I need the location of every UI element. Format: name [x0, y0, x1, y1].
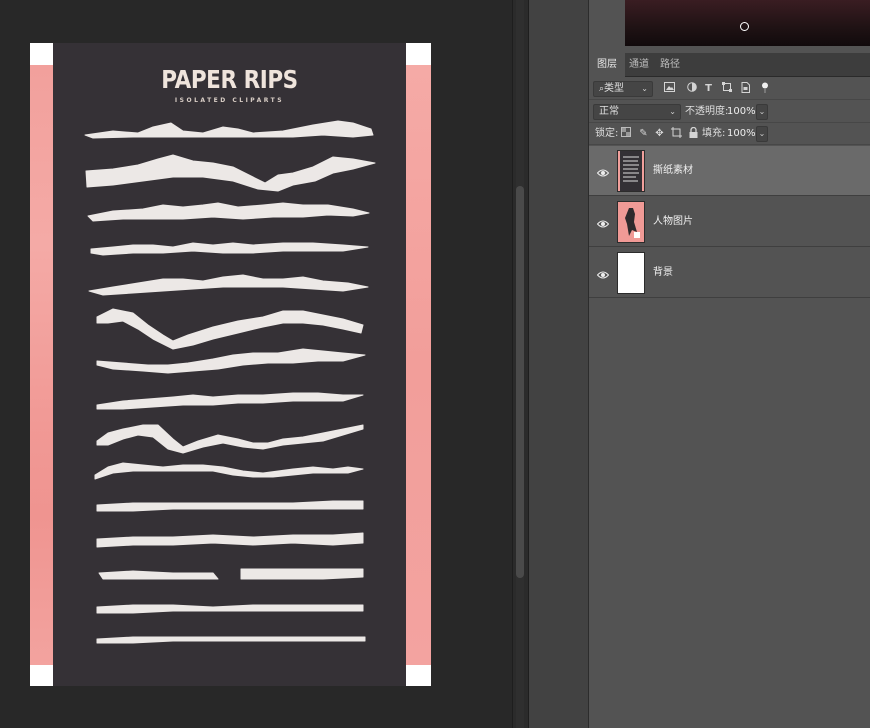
panel-tabs: 图层 通道 路径 [589, 53, 870, 77]
chevron-down-icon: ⌄ [758, 107, 766, 116]
layer-name: 人物图片 [653, 216, 693, 227]
vertical-scrollbar-thumb[interactable] [516, 186, 524, 578]
blend-mode-value: 正常 [599, 106, 619, 117]
layer-name: 撕纸素材 [653, 165, 693, 176]
person-photo-left-edge [30, 65, 53, 665]
eye-icon[interactable] [596, 266, 610, 279]
photoshop-window: PAPER RIPS ISOLATED CLIPARTS 图层 通道 路径 ⌕类… [0, 0, 870, 728]
eye-icon[interactable] [596, 215, 610, 228]
adjustment-filter-icon[interactable] [685, 82, 698, 95]
layer-thumbnail [617, 201, 645, 243]
smart-object-filter-icon[interactable] [738, 82, 751, 95]
paper-rip-2 [85, 154, 376, 192]
color-picker-ring-icon[interactable] [740, 22, 749, 31]
paper-rip-6 [96, 308, 364, 350]
paper-rip-15 [96, 636, 366, 644]
layer-filter-label: 类型 [604, 83, 625, 94]
filter-toggle-icon[interactable] [758, 82, 771, 95]
lock-fill-row: 锁定: ✎ ✥ 填充: 100% ⌄ [589, 123, 870, 145]
opacity-dropdown-button[interactable]: ⌄ [756, 104, 768, 120]
tab-paths[interactable]: 路径 [652, 53, 688, 77]
layer-name: 背景 [653, 267, 673, 278]
layer-row-background[interactable]: 背景 [589, 248, 870, 298]
chevron-down-icon: ⌄ [758, 129, 766, 138]
paper-rip-10 [94, 462, 364, 480]
layer-row-person-photo[interactable]: 人物图片 [589, 197, 870, 247]
blend-opacity-row: 正常 ⌄ 不透明度: 100% ⌄ [589, 101, 870, 123]
paper-rip-8 [96, 392, 364, 410]
shape-filter-icon[interactable] [720, 82, 733, 95]
lock-artboard-icon[interactable] [670, 127, 683, 140]
layer-thumbnail [617, 150, 645, 192]
layer-row-paper-rips[interactable]: 撕纸素材 [589, 146, 870, 196]
lock-label: 锁定: [595, 128, 619, 139]
layers-panel-container: 图层 通道 路径 ⌕类型 ⌄ T 正常 ⌄ 不透明度: 100% ⌄ 锁定: ✎… [588, 0, 870, 728]
lock-image-pixels-icon[interactable]: ✎ [637, 127, 650, 140]
image-filter-icon[interactable] [663, 82, 676, 95]
paper-rip-7 [96, 348, 366, 374]
paper-rip-5 [88, 274, 369, 296]
paper-rips-artwork: PAPER RIPS ISOLATED CLIPARTS [53, 43, 406, 686]
eye-icon[interactable] [596, 164, 610, 177]
paper-rip-1 [84, 120, 374, 139]
text-filter-icon[interactable]: T [702, 82, 715, 95]
lock-position-icon[interactable]: ✥ [653, 127, 666, 140]
blend-mode-select[interactable]: 正常 ⌄ [593, 104, 681, 120]
color-picker-field[interactable] [625, 0, 870, 46]
lock-transparent-pixels-icon[interactable] [619, 127, 632, 140]
fill-input[interactable]: 100% [727, 126, 756, 142]
paper-rip-3 [87, 202, 370, 222]
panel-dock-strip [528, 0, 588, 728]
paper-rip-11 [96, 500, 364, 512]
tab-layers[interactable]: 图层 [589, 53, 625, 77]
paper-rip-strips [84, 120, 376, 644]
paper-rip-12 [96, 532, 364, 548]
fill-label: 填充: [702, 128, 726, 139]
chevron-updown-icon: ⌄ [641, 84, 648, 93]
paper-rip-13b [240, 568, 364, 580]
paper-rip-4 [90, 242, 369, 256]
paper-rip-14 [96, 604, 364, 614]
opacity-label: 不透明度: [685, 106, 729, 117]
paper-rip-13a [98, 570, 219, 580]
layer-thumbnail [617, 252, 645, 294]
chevron-updown-icon: ⌄ [669, 107, 676, 116]
layer-filter-select[interactable]: ⌕类型 ⌄ [593, 81, 653, 97]
fill-dropdown-button[interactable]: ⌄ [756, 126, 768, 142]
layer-filter-row: ⌕类型 ⌄ T [589, 78, 870, 100]
document-canvas[interactable]: PAPER RIPS ISOLATED CLIPARTS [0, 0, 512, 728]
lock-all-icon[interactable] [687, 126, 700, 140]
opacity-input[interactable]: 100% [727, 104, 756, 120]
person-photo-right-edge [406, 65, 431, 665]
paper-rip-9 [96, 424, 364, 454]
